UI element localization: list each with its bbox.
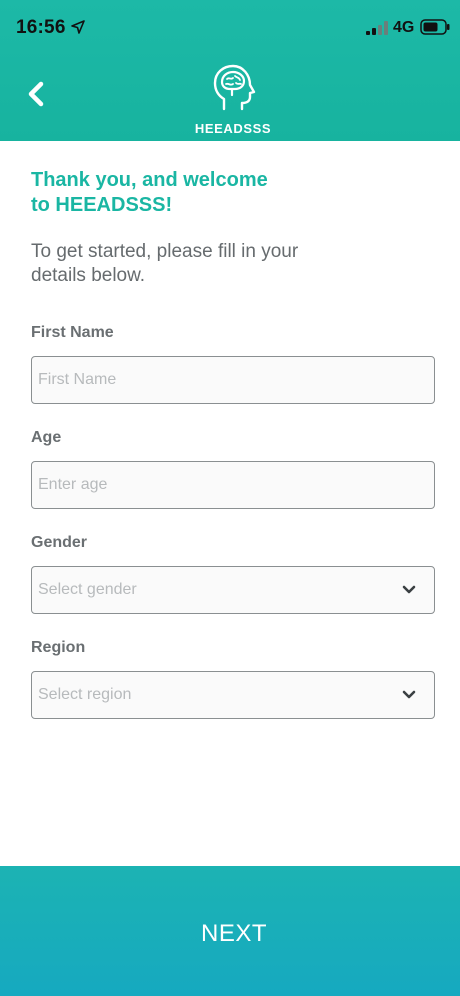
- first-name-field-box: [31, 356, 435, 404]
- age-input[interactable]: [32, 462, 434, 508]
- battery-icon: [420, 19, 450, 35]
- location-arrow-icon: [71, 20, 85, 34]
- status-bar: 16:56 4G: [0, 0, 460, 56]
- next-button[interactable]: NEXT: [0, 866, 460, 996]
- back-chevron-icon[interactable]: [22, 78, 50, 110]
- status-time: 16:56: [16, 17, 66, 38]
- app-name: HEEADSSS: [194, 121, 272, 136]
- network-type: 4G: [393, 19, 415, 36]
- gender-label: Gender: [31, 534, 88, 551]
- intro-text-line-1: To get started, please fill in your: [31, 241, 299, 262]
- first-name-label: First Name: [31, 324, 114, 341]
- gender-select[interactable]: Select gender: [31, 566, 435, 614]
- registration-screen: 16:56 4G HEEADSSS Thank you, and welcome…: [0, 0, 460, 996]
- intro-text: To get started, please fill in your deta…: [31, 240, 411, 288]
- chevron-down-icon: [402, 585, 416, 594]
- intro-text-line-2: details below.: [31, 265, 146, 286]
- region-select[interactable]: Select region: [31, 671, 435, 719]
- gender-select-value: Select gender: [38, 581, 137, 598]
- age-field-box: [31, 461, 435, 509]
- head-brain-icon: [213, 64, 256, 111]
- next-button-label: NEXT: [200, 920, 267, 947]
- cellular-signal-icon: [366, 21, 388, 35]
- welcome-title-line-1: Thank you, and welcome: [31, 169, 268, 191]
- first-name-input[interactable]: [32, 357, 434, 403]
- region-select-value: Select region: [38, 686, 132, 703]
- region-label: Region: [31, 639, 86, 656]
- age-label: Age: [31, 429, 62, 446]
- chevron-down-icon: [402, 690, 416, 699]
- app-header: 16:56 4G HEEADSSS: [0, 0, 460, 141]
- welcome-title-line-2: to HEEADSSS!: [31, 194, 173, 216]
- welcome-title: Thank you, and welcome to HEEADSSS!: [31, 168, 331, 218]
